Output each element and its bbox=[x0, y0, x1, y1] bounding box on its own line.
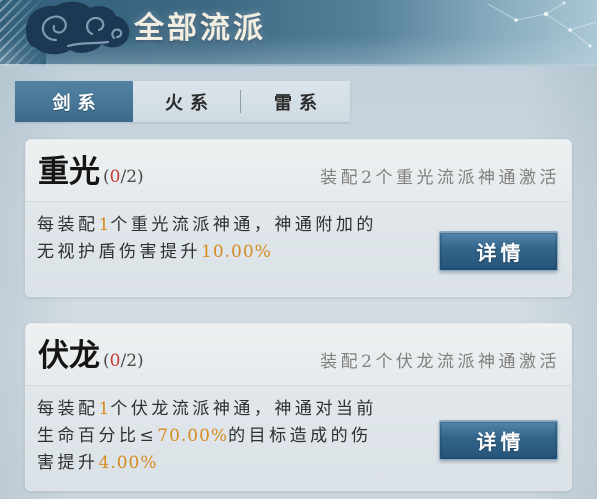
cloud-swirl-icon bbox=[22, 0, 132, 58]
description-text: 1 bbox=[98, 215, 111, 235]
tab-fire[interactable]: 火系 bbox=[133, 81, 240, 122]
description-text: 无视护盾伤害提升 bbox=[37, 242, 201, 262]
activation-hint: 装配2个重光流派神通激活 bbox=[320, 168, 560, 188]
card-header: 重光 (0/2) 装配2个重光流派神通激活 bbox=[26, 140, 571, 202]
school-description: 每装配1个重光流派神通，神通附加的 无视护盾伤害提升10.00% bbox=[37, 212, 377, 266]
progress-suffix: /2) bbox=[120, 167, 144, 187]
description-text: 个伏龙流派神通，神通对当前 bbox=[110, 399, 377, 419]
equip-progress: (0/2) bbox=[103, 351, 144, 371]
school-name: 伏龙 bbox=[38, 338, 100, 374]
school-list-screen: 全部流派 剑系 火系 雷系 重光 (0 /2) 装配2个重光流派神通激活 每装… bbox=[0, 0, 597, 499]
description-line: 每装配1个重光流派神通，神通附加的 bbox=[37, 212, 377, 239]
school-card: 伏龙 (0/2) 装配2个伏龙流派神通激活 每装配1个伏龙流派神通，神通对当前 … bbox=[26, 324, 571, 490]
description-line: 无视护盾伤害提升10.00% bbox=[37, 239, 377, 266]
page-title: 全部流派 bbox=[134, 11, 266, 46]
description-text: 10.00% bbox=[201, 242, 272, 262]
description-text: 害提升 bbox=[37, 453, 99, 473]
school-title: 伏龙 (0/2) bbox=[38, 336, 144, 376]
description-line: 生命百分比≤70.00%的目标造成的伤 bbox=[37, 423, 377, 450]
progress-prefix: ( bbox=[103, 351, 110, 371]
school-title: 重光 (0/2) bbox=[38, 152, 144, 192]
school-card: 重光 (0/2) 装配2个重光流派神通激活 每装配1个重光流派神通，神通附加的 … bbox=[26, 140, 571, 296]
description-text: 的目标造成的伤 bbox=[228, 426, 372, 446]
tab-sword[interactable]: 剑系 bbox=[15, 81, 133, 122]
progress-current: 0 bbox=[109, 351, 121, 371]
description-text: 每装配 bbox=[37, 215, 99, 235]
description-line: 每装配1个伏龙流派神通，神通对当前 bbox=[37, 396, 377, 423]
header-banner: 全部流派 bbox=[0, 0, 597, 66]
progress-suffix: /2) bbox=[120, 351, 144, 371]
description-text: 1 bbox=[98, 399, 111, 419]
description-text: 每装配 bbox=[37, 399, 99, 419]
card-header: 伏龙 (0/2) 装配2个伏龙流派神通激活 bbox=[26, 324, 571, 386]
details-button[interactable]: 详情 bbox=[439, 231, 558, 271]
description-text: 生命百分比≤ bbox=[37, 426, 158, 446]
progress-current: 0 bbox=[109, 167, 121, 187]
school-name: 重光 bbox=[38, 154, 100, 190]
card-body: 每装配1个伏龙流派神通，神通对当前 生命百分比≤70.00%的目标造成的伤 害提… bbox=[26, 386, 571, 490]
details-button[interactable]: 详情 bbox=[439, 420, 558, 460]
school-description: 每装配1个伏龙流派神通，神通对当前 生命百分比≤70.00%的目标造成的伤 害提… bbox=[37, 396, 377, 477]
description-text: 70.00% bbox=[157, 426, 229, 446]
progress-prefix: ( bbox=[103, 167, 110, 187]
equip-progress: (0/2) bbox=[103, 167, 144, 187]
constellation-icon bbox=[486, 0, 597, 56]
description-line: 害提升4.00% bbox=[37, 450, 377, 477]
description-text: 个重光流派神通，神通附加的 bbox=[110, 215, 377, 235]
activation-hint: 装配2个伏龙流派神通激活 bbox=[320, 352, 560, 372]
school-type-tabs: 剑系 火系 雷系 bbox=[15, 81, 350, 122]
card-body: 每装配1个重光流派神通，神通附加的 无视护盾伤害提升10.00% 详情 bbox=[26, 202, 571, 296]
tab-thunder[interactable]: 雷系 bbox=[241, 81, 350, 122]
header-divider bbox=[0, 64, 597, 66]
description-text: 4.00% bbox=[98, 453, 158, 473]
